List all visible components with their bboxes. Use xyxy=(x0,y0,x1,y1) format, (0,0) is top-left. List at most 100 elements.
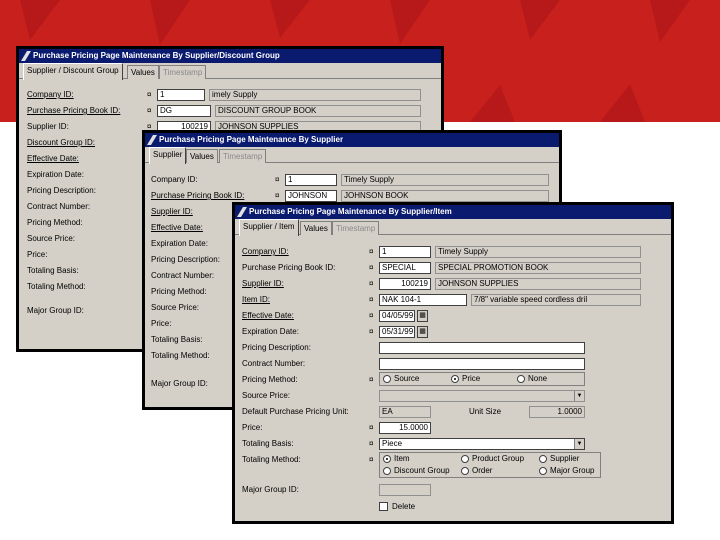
company-id-field[interactable]: 1 xyxy=(285,174,337,186)
tab-values[interactable]: Values xyxy=(186,149,218,163)
company-id-field[interactable]: 1 xyxy=(379,246,431,258)
label-company-id: Company ID: xyxy=(27,90,74,99)
label-expiration-date: Expiration Date: xyxy=(151,239,208,248)
delete-checkbox[interactable]: Delete xyxy=(379,502,415,512)
radio-icon xyxy=(539,466,547,475)
label-expiration-date: Expiration Date: xyxy=(242,327,299,336)
label-book-id: Purchase Pricing Book ID: xyxy=(27,106,121,115)
required-marker: ¤ xyxy=(369,327,374,336)
company-name-field: Timely Supply xyxy=(435,246,641,258)
totaling-method-major-group-radio[interactable]: Major Group xyxy=(539,466,594,476)
pricing-description-field[interactable] xyxy=(379,342,585,354)
book-id-field[interactable]: JOHNSON xyxy=(285,190,337,202)
chevron-down-icon[interactable]: ▼ xyxy=(574,439,584,449)
label-pricing-method: Pricing Method: xyxy=(27,218,83,227)
radio-label: Item xyxy=(394,454,410,463)
tab-timestamp[interactable]: Timestamp xyxy=(159,65,207,79)
company-id-field[interactable]: 1 xyxy=(157,89,205,101)
tab-supplier-discount-group[interactable]: Supplier / Discount Group xyxy=(23,63,123,80)
window-title: Purchase Pricing Page Maintenance By Sup… xyxy=(249,207,452,216)
book-id-field[interactable]: DG xyxy=(157,105,211,117)
pricing-method-price-radio[interactable]: Price xyxy=(451,374,480,384)
window-supplier-item: Purchase Pricing Page Maintenance By Sup… xyxy=(232,202,674,524)
contract-number-field[interactable] xyxy=(379,358,585,370)
required-marker: ¤ xyxy=(147,90,152,99)
checkbox-icon xyxy=(379,502,388,512)
label-effective-date: Effective Date: xyxy=(27,154,79,163)
label-source-price: Source Price: xyxy=(242,391,291,400)
label-pricing-method: Pricing Method: xyxy=(151,287,207,296)
app-icon xyxy=(21,51,31,61)
label-major-group-id: Major Group ID: xyxy=(242,485,299,494)
label-major-group-id: Major Group ID: xyxy=(27,306,84,315)
book-name-field: DISCOUNT GROUP BOOK xyxy=(215,105,421,117)
label-totaling-basis: Totaling Basis: xyxy=(151,335,203,344)
totaling-method-order-radio[interactable]: Order xyxy=(461,466,492,476)
label-supplier-id: Supplier ID: xyxy=(242,279,284,288)
unit-size-field: 1.0000 xyxy=(529,406,585,418)
tab-supplier[interactable]: Supplier xyxy=(149,147,187,164)
label-unit-size: Unit Size xyxy=(469,407,502,416)
source-price-dropdown[interactable]: ▼ xyxy=(379,390,585,402)
chevron-down-icon[interactable]: ▼ xyxy=(574,391,584,401)
totaling-method-discount-group-radio[interactable]: Discount Group xyxy=(383,466,450,476)
supplier-id-field[interactable]: 100219 xyxy=(379,278,431,290)
radio-label: Major Group xyxy=(550,466,595,475)
radio-icon xyxy=(461,454,469,463)
totaling-method-supplier-radio[interactable]: Supplier xyxy=(539,454,579,464)
label-pricing-description: Pricing Description: xyxy=(151,255,220,264)
radio-label: Discount Group xyxy=(394,466,450,475)
totaling-basis-dropdown[interactable]: Piece ▼ xyxy=(379,438,585,450)
calendar-icon[interactable]: ▦ xyxy=(417,310,428,322)
required-marker: ¤ xyxy=(275,191,280,200)
radio-selected-icon xyxy=(383,454,391,463)
book-name-field: JOHNSON BOOK xyxy=(341,190,549,202)
delete-label: Delete xyxy=(392,502,416,511)
radio-icon xyxy=(517,374,525,383)
label-company-id: Company ID: xyxy=(242,247,289,256)
window-title: Purchase Pricing Page Maintenance By Sup… xyxy=(159,135,344,144)
price-field[interactable]: 15.0000 xyxy=(379,422,431,434)
required-marker: ¤ xyxy=(369,295,374,304)
tab-values[interactable]: Values xyxy=(127,65,159,79)
default-pricing-unit-field: EA xyxy=(379,406,431,418)
required-marker: ¤ xyxy=(369,375,374,384)
radio-selected-icon xyxy=(451,374,459,383)
app-icon xyxy=(147,135,157,145)
pricing-method-none-radio[interactable]: None xyxy=(517,374,547,384)
label-price: Price: xyxy=(151,319,172,328)
tab-timestamp[interactable]: Timestamp xyxy=(219,149,267,163)
radio-icon xyxy=(383,466,391,475)
label-discount-group-id: Discount Group ID: xyxy=(27,138,96,147)
label-book-id: Purchase Pricing Book ID: xyxy=(242,263,336,272)
item-id-field[interactable]: NAK 104-1 xyxy=(379,294,467,306)
book-id-field[interactable]: SPECIAL xyxy=(379,262,431,274)
required-marker: ¤ xyxy=(369,247,374,256)
radio-icon xyxy=(461,466,469,475)
label-pricing-description: Pricing Description: xyxy=(27,186,96,195)
radio-icon xyxy=(383,374,391,383)
label-totaling-basis: Totaling Basis: xyxy=(242,439,294,448)
window-title-bar: Purchase Pricing Page Maintenance By Sup… xyxy=(145,133,559,147)
required-marker: ¤ xyxy=(369,455,374,464)
totaling-method-item-radio[interactable]: Item xyxy=(383,454,410,464)
label-price: Price: xyxy=(242,423,263,432)
expiration-date-field[interactable]: 05/31/99 xyxy=(379,326,415,338)
label-effective-date: Effective Date: xyxy=(242,311,294,320)
tab-values[interactable]: Values xyxy=(300,221,332,235)
company-name-field: imely Supply xyxy=(209,89,421,101)
label-source-price: Source Price: xyxy=(151,303,200,312)
pricing-method-source-radio[interactable]: Source xyxy=(383,374,419,384)
tab-timestamp[interactable]: Timestamp xyxy=(332,221,380,235)
label-source-price: Source Price: xyxy=(27,234,76,243)
window-title-bar: Purchase Pricing Page Maintenance By Sup… xyxy=(19,49,441,63)
label-expiration-date: Expiration Date: xyxy=(27,170,84,179)
major-group-id-field[interactable] xyxy=(379,484,431,496)
radio-label: Product Group xyxy=(472,454,525,463)
item-description-field: 7/8" variable speed cordless dril xyxy=(471,294,641,306)
effective-date-field[interactable]: 04/05/99 xyxy=(379,310,415,322)
label-totaling-method: Totaling Method: xyxy=(27,282,86,291)
calendar-icon[interactable]: ▦ xyxy=(417,326,428,338)
totaling-method-product-group-radio[interactable]: Product Group xyxy=(461,454,524,464)
tab-supplier-item[interactable]: Supplier / Item xyxy=(239,219,299,236)
